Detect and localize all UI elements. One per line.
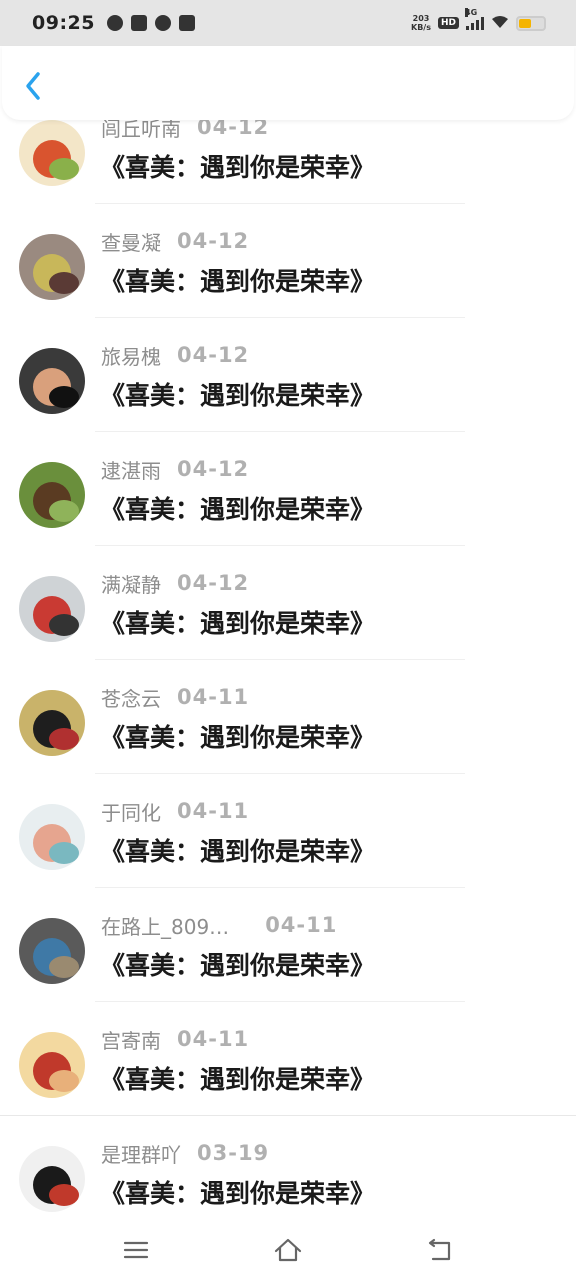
comment-title[interactable]: 《喜美：遇到你是荣幸》 bbox=[100, 718, 375, 754]
comment-title[interactable]: 《喜美：遇到你是荣幸》 bbox=[100, 148, 375, 184]
avatar[interactable] bbox=[19, 120, 85, 186]
comment-title[interactable]: 《喜美：遇到你是荣幸》 bbox=[100, 262, 375, 298]
avatar[interactable] bbox=[19, 1032, 85, 1098]
comment-date: 04-12 bbox=[177, 343, 250, 367]
status-right: 203 KB/s HD 4G bbox=[411, 8, 546, 33]
comment-title[interactable]: 《喜美：遇到你是荣幸》 bbox=[100, 604, 375, 640]
comment-date: 04-11 bbox=[265, 913, 338, 937]
comment-title[interactable]: 《喜美：遇到你是荣幸》 bbox=[100, 490, 375, 526]
mail-icon bbox=[130, 15, 147, 31]
battery-icon bbox=[516, 15, 546, 31]
net-speed-unit: KB/s bbox=[411, 23, 431, 32]
comment-item[interactable]: 苍念云 04-11 《喜美：遇到你是荣幸》 bbox=[0, 670, 576, 784]
user-name[interactable]: 在路上_809… bbox=[101, 911, 229, 940]
comment-title[interactable]: 《喜美：遇到你是荣幸》 bbox=[100, 832, 375, 868]
comment-title[interactable]: 《喜美：遇到你是荣幸》 bbox=[100, 1060, 375, 1096]
comment-item[interactable]: 于同化 04-11 《喜美：遇到你是荣幸》 bbox=[0, 784, 576, 898]
comment-title[interactable]: 《喜美：遇到你是荣幸》 bbox=[100, 1174, 375, 1210]
comment-item[interactable]: 是理群吖 03-19 《喜美：遇到你是荣幸》 bbox=[0, 1126, 576, 1220]
comment-item[interactable]: 查曼凝 04-12 《喜美：遇到你是荣幸》 bbox=[0, 214, 576, 328]
net-speed-value: 203 bbox=[412, 14, 430, 23]
divider bbox=[95, 545, 465, 546]
navigation-bar bbox=[0, 1220, 576, 1280]
comment-date: 04-12 bbox=[177, 571, 250, 595]
divider bbox=[95, 659, 465, 660]
net-speed: 203 KB/s bbox=[411, 14, 431, 32]
compass-icon bbox=[106, 15, 123, 31]
comment-list[interactable]: 闾丘听南 04-12 《喜美：遇到你是荣幸》 查曼凝 04-12 《喜美：遇到你是荣幸》旅… bbox=[0, 100, 576, 1220]
user-name[interactable]: 苍念云 bbox=[101, 683, 161, 712]
wifi-icon bbox=[491, 14, 509, 33]
comment-date: 04-11 bbox=[177, 799, 250, 823]
comment-item[interactable]: 宫寄南 04-11 《喜美：遇到你是荣幸》 bbox=[0, 1012, 576, 1126]
header bbox=[2, 46, 574, 120]
comment-date: 04-12 bbox=[177, 229, 250, 253]
home-icon bbox=[274, 1238, 302, 1262]
comment-title[interactable]: 《喜美：遇到你是荣幸》 bbox=[100, 946, 375, 982]
user-name[interactable]: 逮湛雨 bbox=[101, 455, 161, 484]
home-button[interactable] bbox=[268, 1230, 308, 1270]
avatar[interactable] bbox=[19, 1146, 85, 1212]
user-name[interactable]: 于同化 bbox=[101, 797, 161, 826]
divider bbox=[95, 317, 465, 318]
network-type: 4G bbox=[465, 8, 478, 17]
avatar[interactable] bbox=[19, 462, 85, 528]
comment-item[interactable]: 旅易槐 04-12 《喜美：遇到你是荣幸》 bbox=[0, 328, 576, 442]
back-button[interactable] bbox=[18, 66, 50, 106]
divider bbox=[95, 431, 465, 432]
comment-meta: 旅易槐 04-12 bbox=[101, 341, 250, 370]
comment-meta: 在路上_809… 04-11 bbox=[101, 911, 338, 940]
comment-date: 04-11 bbox=[177, 685, 250, 709]
user-name[interactable]: 满凝静 bbox=[101, 569, 161, 598]
divider bbox=[0, 1115, 576, 1116]
user-name[interactable]: 宫寄南 bbox=[101, 1025, 161, 1054]
signal-icon: 4G bbox=[465, 8, 484, 30]
user-name[interactable]: 查曼凝 bbox=[101, 227, 161, 256]
comment-item[interactable]: 满凝静 04-12 《喜美：遇到你是荣幸》 bbox=[0, 556, 576, 670]
calendar-icon bbox=[178, 15, 195, 31]
back-nav-button[interactable] bbox=[420, 1230, 460, 1270]
status-time: 09:25 bbox=[32, 12, 95, 34]
user-name[interactable]: 是理群吖 bbox=[101, 1139, 181, 1168]
comment-meta: 宫寄南 04-11 bbox=[101, 1025, 250, 1054]
comment-meta: 于同化 04-11 bbox=[101, 797, 250, 826]
avatar[interactable] bbox=[19, 804, 85, 870]
divider bbox=[95, 1001, 465, 1002]
chat-icon bbox=[154, 15, 171, 31]
comment-item[interactable]: 逮湛雨 04-12 《喜美：遇到你是荣幸》 bbox=[0, 442, 576, 556]
comment-date: 03-19 bbox=[197, 1141, 270, 1165]
comment-meta: 满凝静 04-12 bbox=[101, 569, 250, 598]
notification-icons bbox=[106, 15, 195, 31]
comment-meta: 查曼凝 04-12 bbox=[101, 227, 250, 256]
status-bar: 09:25 203 KB/s HD 4G bbox=[0, 0, 576, 46]
hd-badge: HD bbox=[437, 17, 459, 29]
divider bbox=[95, 887, 465, 888]
comment-meta: 逮湛雨 04-12 bbox=[101, 455, 250, 484]
user-name[interactable]: 旅易槐 bbox=[101, 341, 161, 370]
comment-date: 04-11 bbox=[177, 1027, 250, 1051]
divider bbox=[95, 203, 465, 204]
comment-meta: 苍念云 04-11 bbox=[101, 683, 250, 712]
chevron-left-icon bbox=[26, 72, 40, 100]
comment-item[interactable]: 在路上_809… 04-11 《喜美：遇到你是荣幸》 bbox=[0, 898, 576, 1012]
menu-icon bbox=[123, 1241, 149, 1259]
avatar[interactable] bbox=[19, 576, 85, 642]
avatar[interactable] bbox=[19, 348, 85, 414]
avatar[interactable] bbox=[19, 918, 85, 984]
comment-date: 04-12 bbox=[177, 457, 250, 481]
back-icon bbox=[428, 1238, 451, 1261]
comment-title[interactable]: 《喜美：遇到你是荣幸》 bbox=[100, 376, 375, 412]
divider bbox=[95, 773, 465, 774]
comment-meta: 是理群吖 03-19 bbox=[101, 1139, 270, 1168]
avatar[interactable] bbox=[19, 234, 85, 300]
avatar[interactable] bbox=[19, 690, 85, 756]
menu-button[interactable] bbox=[116, 1230, 156, 1270]
